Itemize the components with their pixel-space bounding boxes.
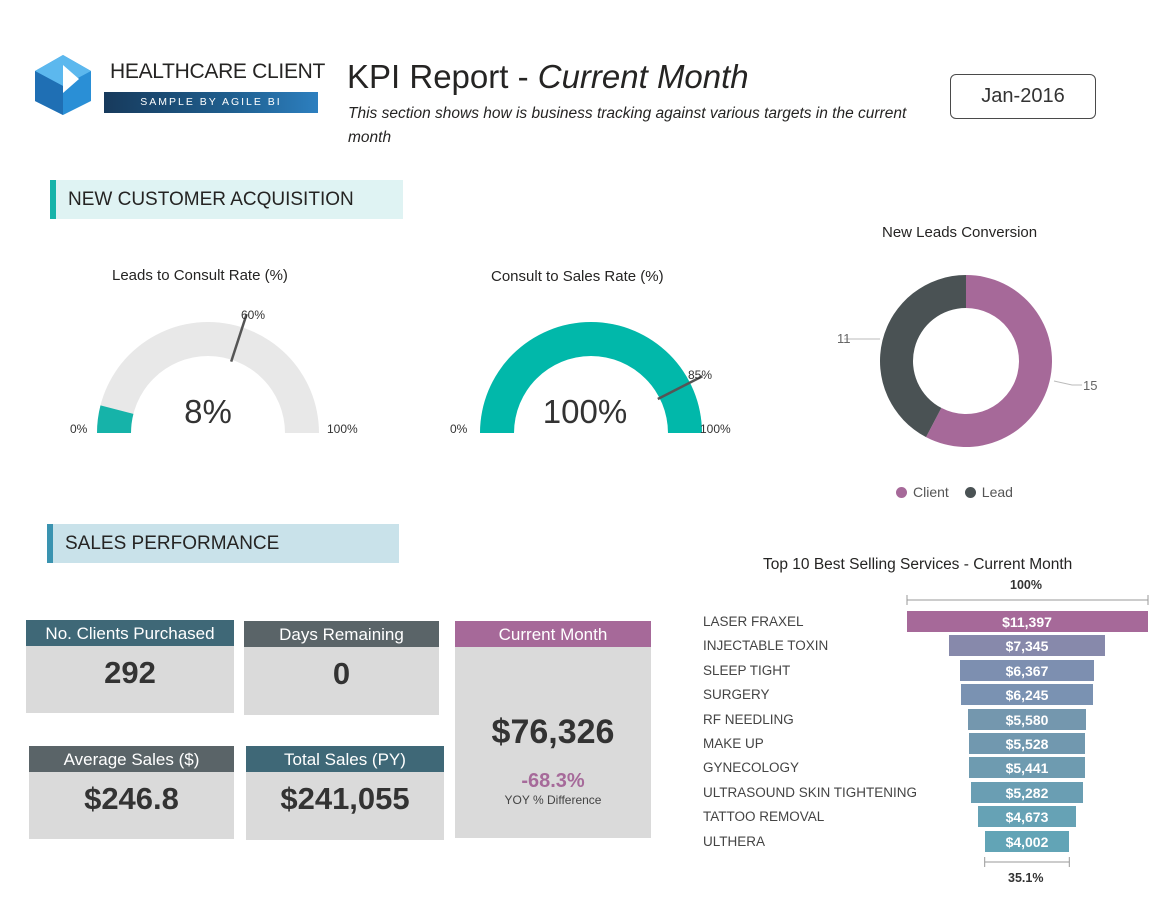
kpi-total-sales-py-value: $241,055 — [280, 781, 410, 816]
funnel-category-label: MAKE UP — [703, 736, 764, 751]
funnel-category-label: RF NEEDLING — [703, 711, 794, 727]
funnel-bar[interactable]: $6,245 — [960, 684, 1094, 706]
kpi-average-sales-label: Average Sales ($) — [29, 746, 234, 772]
gauge-sales-min-label: 0% — [450, 422, 468, 436]
date-filter[interactable]: Jan-2016 — [950, 74, 1096, 119]
page-title: KPI Report - Current Month — [347, 58, 749, 96]
page-title-main: KPI Report - — [347, 58, 538, 95]
section-header-sales: SALES PERFORMANCE — [47, 524, 399, 563]
client-tagline: SAMPLE BY AGILE BI — [104, 92, 318, 113]
funnel-top-percent: 100% — [1010, 578, 1042, 592]
funnel-category-label: LASER FRAXEL — [703, 614, 804, 629]
funnel-category-label: TATTOO REMOVAL — [703, 809, 825, 825]
funnel-bar[interactable]: $5,580 — [968, 708, 1086, 730]
funnel-category-label: GYNECOLOGY — [703, 760, 800, 776]
donut-chart[interactable] — [820, 260, 1120, 470]
funnel-category-label: ULTHERA — [703, 833, 766, 849]
donut-legend: Client Lead — [896, 484, 1013, 500]
legend-swatch-lead — [964, 486, 976, 498]
gauge-sales-max-label: 100% — [700, 422, 731, 436]
funnel-category-label: SLEEP TIGHT — [703, 662, 791, 678]
kpi-days-remaining-label: Days Remaining — [244, 621, 439, 647]
funnel-bar[interactable]: $5,441 — [969, 757, 1085, 779]
gauge-leads-max-label: 100% — [327, 422, 358, 436]
kpi-current-month-label: Current Month — [455, 621, 651, 647]
legend-label-client: Client — [913, 484, 949, 500]
company-logo-icon — [35, 55, 91, 115]
funnel-bar[interactable]: $7,345 — [949, 635, 1105, 657]
gauge-sales-target-label: 85% — [688, 368, 713, 382]
kpi-card-total-sales-py: Total Sales (PY) $241,055 — [246, 746, 444, 840]
donut-leader-client — [1053, 380, 1082, 386]
legend-item-client[interactable]: Client — [896, 484, 949, 500]
gauge-sales-value: 100% — [542, 393, 628, 430]
page-title-italic: Current Month — [537, 58, 749, 95]
legend-label-lead: Lead — [981, 484, 1013, 500]
funnel-bar[interactable]: $4,673 — [977, 806, 1077, 828]
kpi-clients-purchased-value: 292 — [104, 655, 156, 690]
donut-label-client: 15 — [1083, 378, 1098, 393]
gauge-sales-title: Consult to Sales Rate (%) — [491, 268, 664, 285]
kpi-average-sales-value: $246.8 — [84, 781, 179, 816]
kpi-days-remaining-value: 0 — [332, 656, 351, 691]
section-header-acquisition: NEW CUSTOMER ACQUISITION — [50, 180, 403, 219]
gauge-leads-value: 8% — [184, 393, 232, 430]
legend-swatch-client — [896, 486, 907, 498]
kpi-yoy-percent: -68.3% — [521, 770, 585, 792]
funnel-category-label: INJECTABLE TOXIN — [703, 638, 829, 654]
funnel-category-label: ULTRASOUND SKIN TIGHTENING — [703, 784, 918, 800]
funnel-bottom-percent: 35.1% — [1008, 871, 1044, 885]
kpi-card-clients-purchased: No. Clients Purchased 292 — [26, 620, 234, 713]
client-name: HEALTHCARE CLIENT — [110, 60, 326, 83]
kpi-total-sales-py-label: Total Sales (PY) — [246, 746, 444, 772]
kpi-yoy-label: YOY % Difference — [504, 793, 602, 807]
funnel-title: Top 10 Best Selling Services - Current M… — [763, 556, 1073, 573]
kpi-card-average-sales: Average Sales ($) $246.8 — [29, 746, 234, 839]
funnel-bar[interactable]: $5,528 — [968, 733, 1086, 754]
kpi-card-current-month: Current Month $76,326 -68.3% YOY % Diffe… — [455, 621, 651, 838]
page-subtitle: This section shows how is business track… — [348, 105, 907, 146]
gauge-leads-target-label: 60% — [241, 308, 266, 322]
legend-item-lead[interactable]: Lead — [964, 484, 1013, 500]
gauge-leads-title: Leads to Consult Rate (%) — [112, 267, 288, 284]
gauge-leads-min-label: 0% — [70, 422, 88, 436]
funnel-category-label: SURGERY — [703, 687, 770, 703]
donut-title: New Leads Conversion — [882, 224, 1038, 241]
funnel-bar[interactable]: $5,282 — [971, 781, 1083, 803]
funnel-bar[interactable]: $6,367 — [959, 659, 1095, 681]
kpi-current-month-value: $76,326 — [491, 713, 615, 751]
kpi-card-days-remaining: Days Remaining 0 — [244, 621, 439, 715]
funnel-bar[interactable]: $11,397 — [906, 611, 1148, 632]
kpi-clients-purchased-label: No. Clients Purchased — [26, 620, 234, 646]
funnel-bar[interactable]: $4,002 — [984, 830, 1070, 852]
donut-label-lead: 11 — [837, 331, 851, 346]
